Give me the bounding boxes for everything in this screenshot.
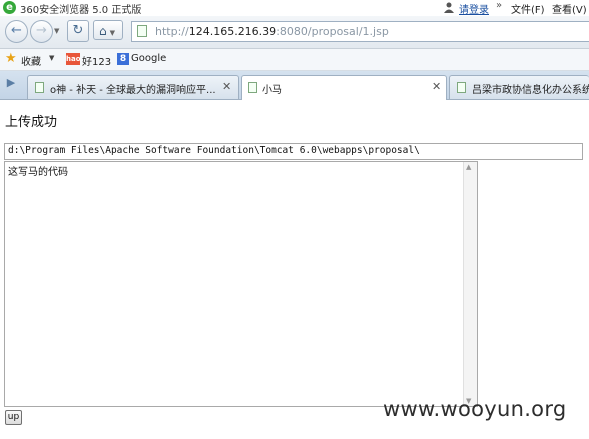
refresh-button[interactable]: ↻ (67, 20, 89, 42)
home-button[interactable]: ⌂ ▼ (93, 20, 123, 40)
page-heading: 上传成功 (5, 115, 58, 130)
path-input[interactable]: d:\Program Files\Apache Software Foundat… (4, 143, 583, 160)
menu-file[interactable]: 文件(F) (511, 1, 545, 16)
google-icon: 8 (117, 53, 129, 65)
bookmark-hao123[interactable]: 好123 (82, 53, 111, 68)
app-logo-icon: e (3, 1, 16, 14)
page-icon (457, 82, 466, 93)
hao123-icon: hao (66, 53, 81, 65)
code-textarea-value: 这写马的代码 (8, 167, 68, 178)
bookmark-favorites[interactable]: 收藏 (21, 53, 41, 68)
tab-label: 吕梁市政协信息化办公系统 (472, 85, 589, 96)
close-icon[interactable]: ✕ (222, 80, 231, 93)
user-icon (444, 2, 454, 13)
textarea-scrollbar[interactable] (463, 162, 477, 406)
tab-lvliang[interactable]: 吕梁市政协信息化办公系统 (449, 75, 589, 99)
up-button[interactable]: up (5, 410, 22, 425)
tab-butian[interactable]: o神 - 补天 - 全球最大的漏洞响应平... ✕ (27, 75, 239, 99)
history-dropdown-icon[interactable]: ▼ (54, 27, 59, 35)
tab-label: 小马 (262, 85, 282, 96)
code-textarea[interactable] (4, 161, 478, 407)
url-text[interactable]: http://124.165.216.39:8080/proposal/1.js… (155, 25, 389, 38)
star-icon: ★ (5, 51, 17, 66)
scroll-up-icon[interactable]: ▲ (466, 163, 471, 171)
sidebar-toggle-icon[interactable]: ▶ (4, 76, 18, 90)
tab-label: o神 - 补天 - 全球最大的漏洞响应平... (50, 85, 216, 96)
url-scheme: http:// (155, 25, 189, 38)
favorites-dropdown-icon[interactable]: ▼ (49, 54, 54, 62)
watermark: www.wooyun.org (383, 397, 567, 421)
close-icon[interactable]: ✕ (432, 80, 441, 93)
page-icon (248, 82, 257, 93)
app-title: 360安全浏览器 5.0 正式版 (20, 5, 142, 16)
bookmark-google[interactable]: Google (131, 53, 166, 64)
menu-view[interactable]: 查看(V) (552, 1, 587, 16)
back-button[interactable]: ← (5, 20, 28, 43)
forward-button[interactable]: → (30, 20, 53, 43)
page-icon (35, 82, 44, 93)
page-icon (137, 25, 147, 37)
more-chevron-icon[interactable]: » (496, 0, 502, 11)
url-host: 124.165.216.39 (188, 25, 277, 38)
tab-xiaoma[interactable]: 小马 ✕ (241, 75, 447, 100)
login-link[interactable]: 请登录 (459, 1, 489, 16)
url-path: :8080/proposal/1.jsp (276, 25, 389, 38)
